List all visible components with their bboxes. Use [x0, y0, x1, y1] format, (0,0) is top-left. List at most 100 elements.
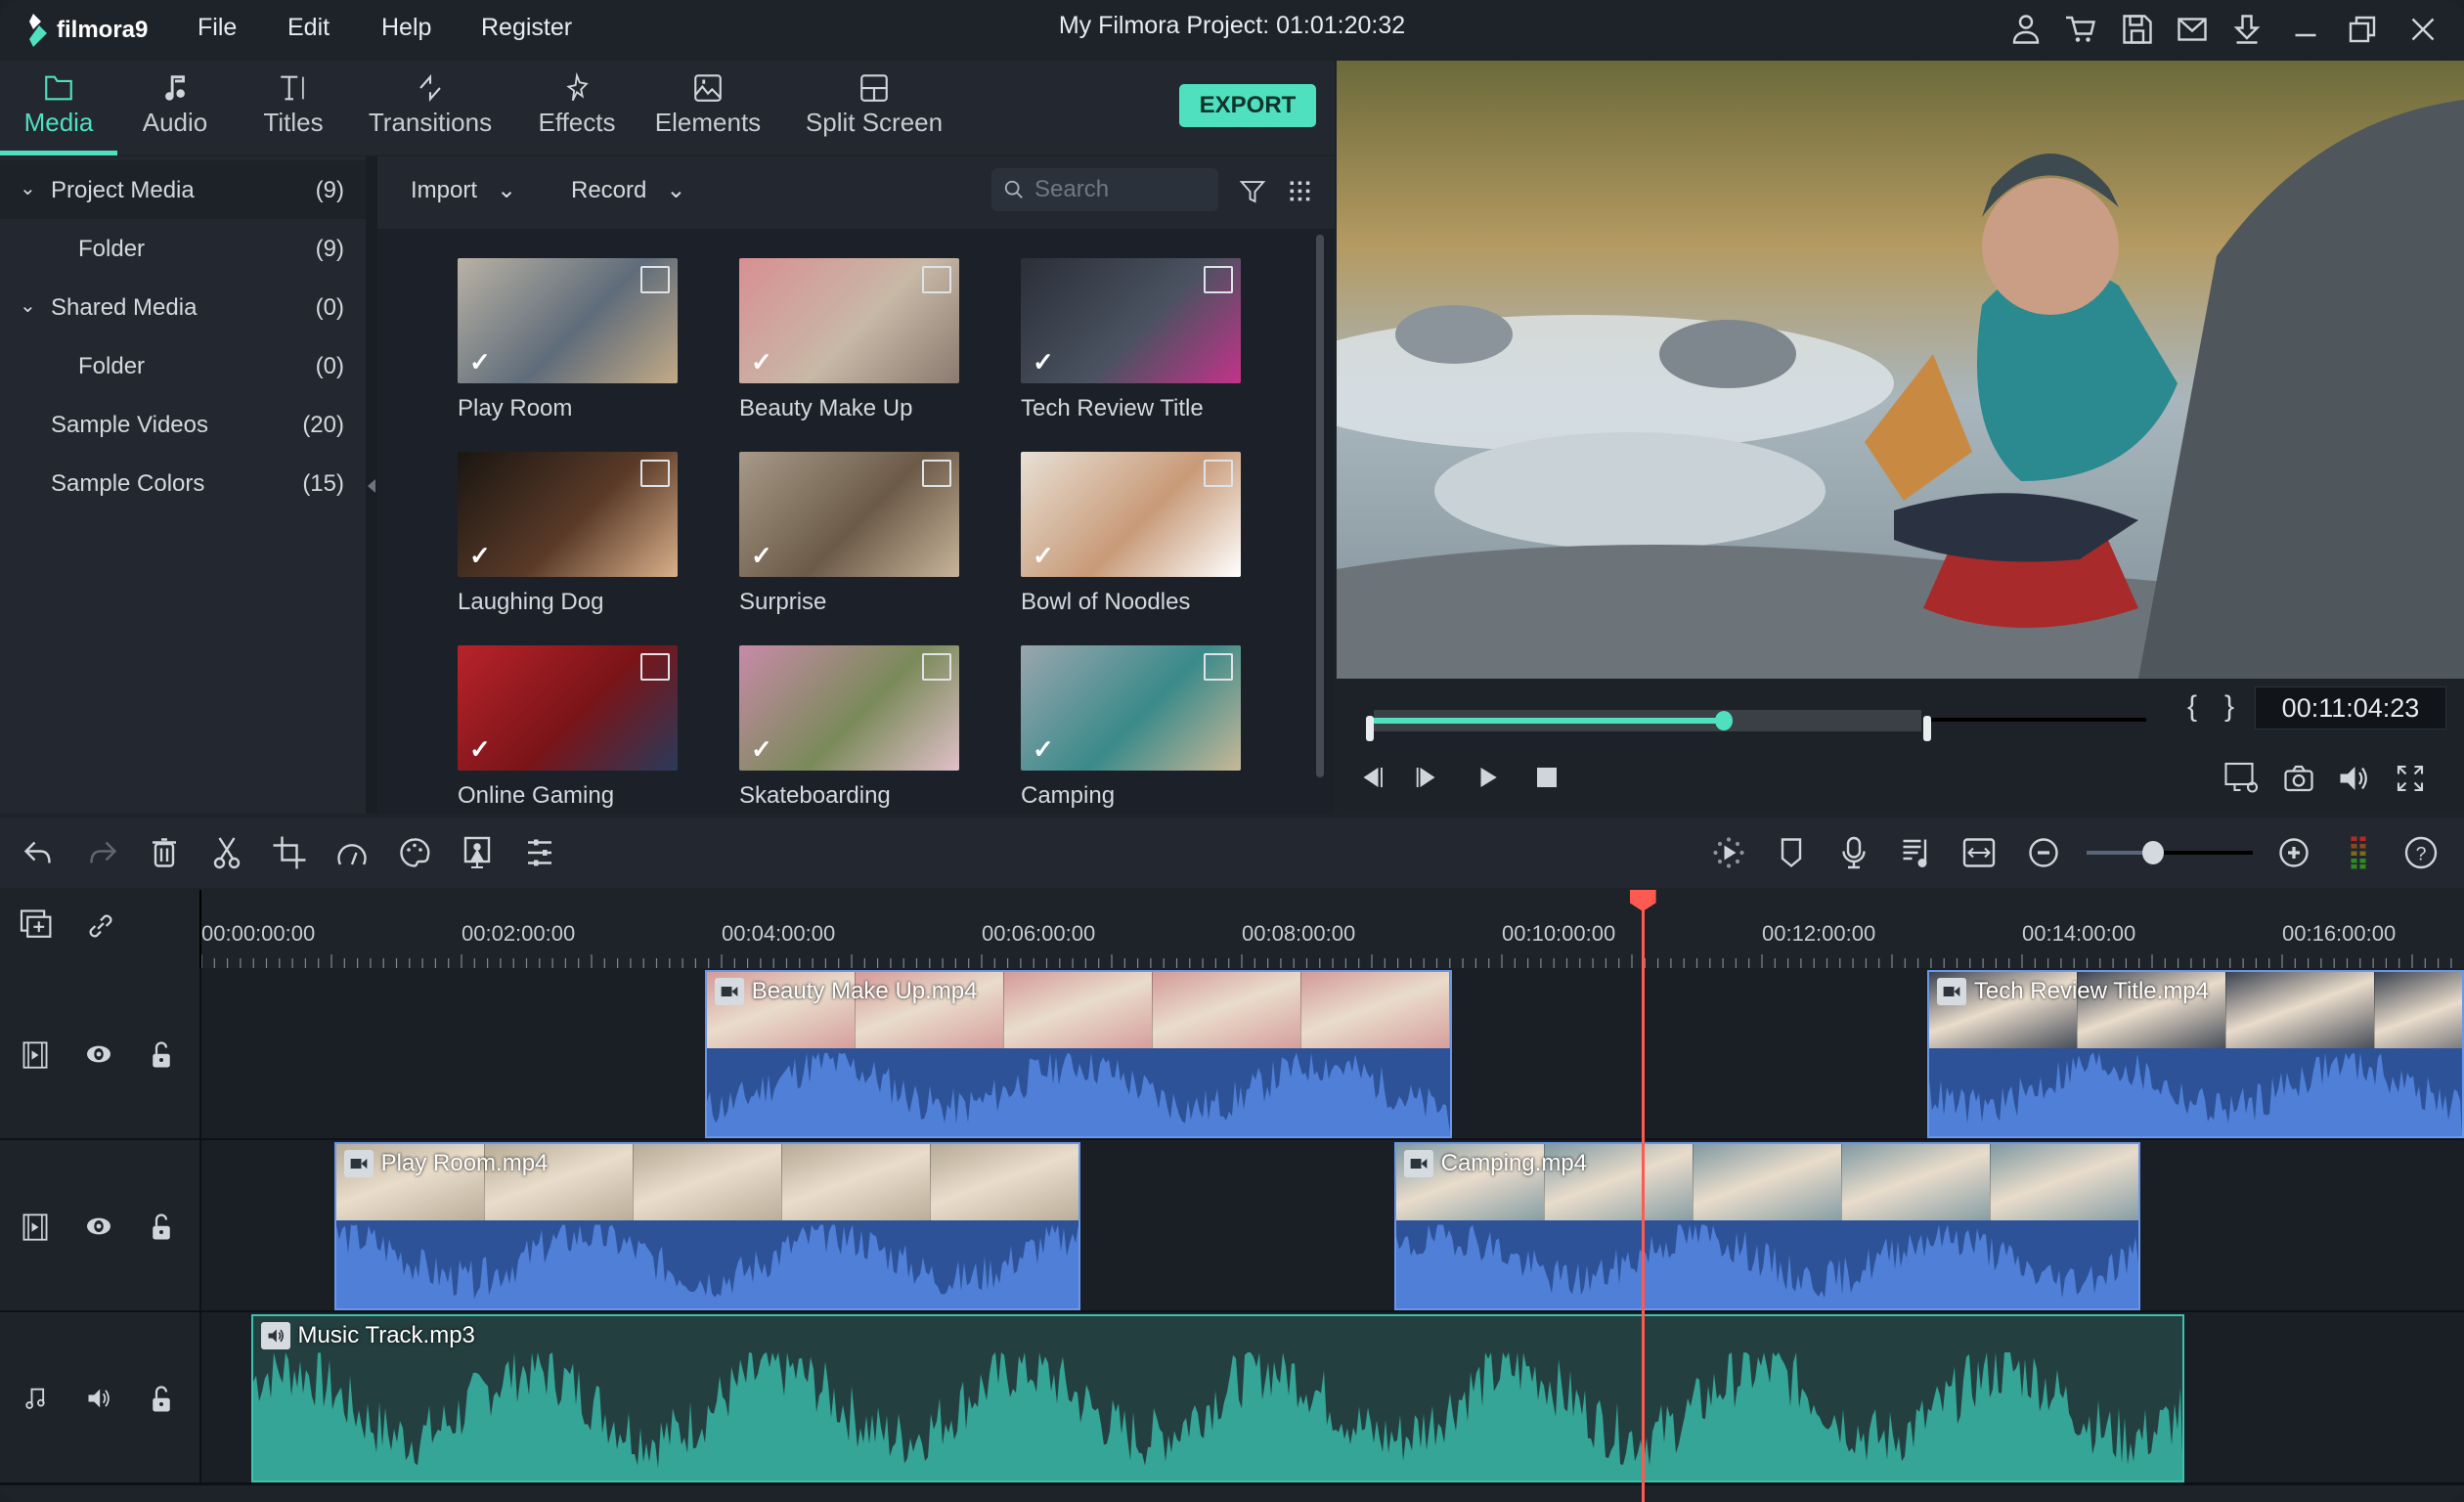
filter-icon[interactable]	[1238, 176, 1267, 207]
panel-splitter[interactable]	[366, 156, 377, 814]
cut-icon[interactable]	[209, 835, 244, 870]
eye-icon[interactable]	[84, 1215, 113, 1238]
media-thumbnail[interactable]: ✓	[458, 258, 678, 383]
media-thumbnail[interactable]: ✓	[739, 258, 959, 383]
help-icon[interactable]: ?	[2403, 835, 2439, 870]
mail-icon[interactable]	[2175, 12, 2210, 47]
record-dropdown[interactable]: Record ⌄	[571, 176, 686, 204]
tab-titles[interactable]: Titles	[252, 68, 334, 147]
import-dropdown[interactable]: Import ⌄	[411, 176, 516, 204]
green-screen-icon[interactable]	[460, 835, 495, 870]
minimize-icon[interactable]	[2288, 12, 2323, 47]
media-item[interactable]: ✓ Bowl of Noodles	[1021, 452, 1241, 638]
media-item[interactable]: ✓ Surprise	[739, 452, 959, 638]
preview-viewer[interactable]	[1337, 61, 2464, 679]
unlock-icon[interactable]	[149, 1213, 174, 1242]
fullscreen-icon[interactable]	[2393, 761, 2428, 796]
next-frame-icon[interactable]	[1413, 763, 1442, 792]
eye-icon[interactable]	[84, 1042, 113, 1066]
library-scrollbar[interactable]	[1316, 235, 1324, 777]
folder-project-subfolder[interactable]: Folder (9)	[0, 219, 366, 278]
media-thumbnail[interactable]: ✓	[1021, 258, 1241, 383]
undo-icon[interactable]	[22, 835, 57, 870]
restore-icon[interactable]	[2345, 12, 2380, 47]
tab-transitions[interactable]: Transitions	[362, 68, 499, 147]
stop-icon[interactable]	[1532, 763, 1562, 792]
media-item[interactable]: ✓ Tech Review Title	[1021, 258, 1241, 444]
zoom-in-icon[interactable]	[2276, 835, 2311, 870]
folder-sample-colors[interactable]: Sample Colors (15)	[0, 454, 366, 512]
collapse-arrow-icon[interactable]	[368, 479, 375, 493]
fit-timeline-icon[interactable]	[1961, 835, 1997, 870]
media-thumbnail[interactable]: ✓	[1021, 452, 1241, 577]
tab-audio[interactable]: Audio	[133, 68, 217, 147]
timeline-ruler[interactable]: 00:00:00:00 00:02:00:00 00:04:00:00 00:06:0…	[0, 890, 2464, 968]
media-item[interactable]: ✓ Beauty Make Up	[739, 258, 959, 444]
adjust-icon[interactable]	[522, 835, 557, 870]
media-item[interactable]: ✓ Laughing Dog	[458, 452, 678, 638]
redo-icon[interactable]	[84, 835, 119, 870]
search-input[interactable]: Search	[991, 168, 1218, 211]
play-icon[interactable]	[1474, 763, 1503, 792]
snapshot-icon[interactable]	[2281, 761, 2316, 796]
cart-icon[interactable]	[2063, 12, 2098, 47]
previous-frame-icon[interactable]	[1356, 763, 1386, 792]
tab-split-screen[interactable]: Split Screen	[798, 68, 950, 147]
tab-elements[interactable]: Elements	[651, 68, 765, 147]
preview-progress-track[interactable]	[1374, 710, 1921, 731]
download-icon[interactable]	[2229, 12, 2265, 47]
crop-icon[interactable]	[272, 835, 307, 870]
media-item-label: Laughing Dog	[458, 589, 604, 615]
tab-media[interactable]: Media	[14, 68, 104, 147]
media-thumbnail[interactable]: ✓	[458, 645, 678, 771]
video-clip[interactable]: Tech Review Title.mp4	[1926, 970, 2464, 1138]
folder-shared-subfolder[interactable]: Folder (0)	[0, 336, 366, 395]
preview-remaining-track	[1931, 718, 2146, 722]
folder-project-media[interactable]: ⌄ Project Media (9)	[0, 160, 366, 219]
voiceover-icon[interactable]	[1836, 835, 1871, 870]
video-clip[interactable]: Play Room.mp4	[333, 1142, 1081, 1310]
marker-icon[interactable]	[1774, 835, 1809, 870]
mute-toggle-icon[interactable]	[84, 1385, 113, 1412]
media-item[interactable]: ✓ Play Room	[458, 258, 678, 444]
export-button[interactable]: EXPORT	[1179, 84, 1316, 127]
zoom-out-icon[interactable]	[2026, 835, 2061, 870]
unlock-icon[interactable]	[149, 1385, 174, 1414]
save-icon[interactable]	[2120, 12, 2155, 47]
preview-progress-knob[interactable]	[1715, 711, 1734, 730]
color-icon[interactable]	[397, 835, 432, 870]
audio-mixer-icon[interactable]	[1899, 835, 1934, 870]
zoom-slider[interactable]	[2087, 841, 2253, 864]
display-settings-icon[interactable]	[2222, 761, 2262, 796]
unlock-icon[interactable]	[149, 1040, 174, 1070]
volume-icon[interactable]	[2336, 761, 2371, 796]
media-item[interactable]: ✓ Camping	[1021, 645, 1241, 831]
trim-in-handle[interactable]	[1366, 716, 1374, 741]
mark-in-button[interactable]: {	[2187, 690, 2197, 724]
trim-out-handle[interactable]	[1923, 716, 1931, 741]
media-thumbnail[interactable]: ✓	[739, 645, 959, 771]
video-clip[interactable]: Beauty Make Up.mp4	[704, 970, 1453, 1138]
playhead[interactable]	[1629, 890, 1656, 1502]
video-clip[interactable]: Camping.mp4	[1393, 1142, 2141, 1310]
folder-sample-videos[interactable]: Sample Videos (20)	[0, 395, 366, 454]
close-icon[interactable]	[2405, 12, 2441, 47]
media-item[interactable]: ✓ Skateboarding	[739, 645, 959, 831]
clip-name: Beauty Make Up.mp4	[751, 978, 978, 1004]
media-thumbnail[interactable]: ✓	[739, 452, 959, 577]
folder-shared-media[interactable]: ⌄ Shared Media (0)	[0, 278, 366, 336]
mark-out-button[interactable]: }	[2224, 690, 2234, 724]
speed-icon[interactable]	[334, 835, 370, 870]
delete-icon[interactable]	[147, 835, 182, 870]
music-note-icon	[25, 1388, 45, 1409]
zoom-slider-knob[interactable]	[2142, 841, 2164, 864]
render-icon[interactable]	[1711, 835, 1746, 870]
media-thumbnail[interactable]: ✓	[1021, 645, 1241, 771]
tab-effects[interactable]: Effects	[532, 68, 622, 147]
grid-view-icon[interactable]	[1287, 178, 1314, 205]
audio-clip[interactable]: Music Track.mp3	[250, 1314, 2185, 1482]
media-thumbnail[interactable]: ✓	[458, 452, 678, 577]
account-icon[interactable]	[2008, 12, 2044, 47]
media-item[interactable]: ✓ Online Gaming	[458, 645, 678, 831]
audio-meter-icon[interactable]	[2341, 835, 2376, 870]
